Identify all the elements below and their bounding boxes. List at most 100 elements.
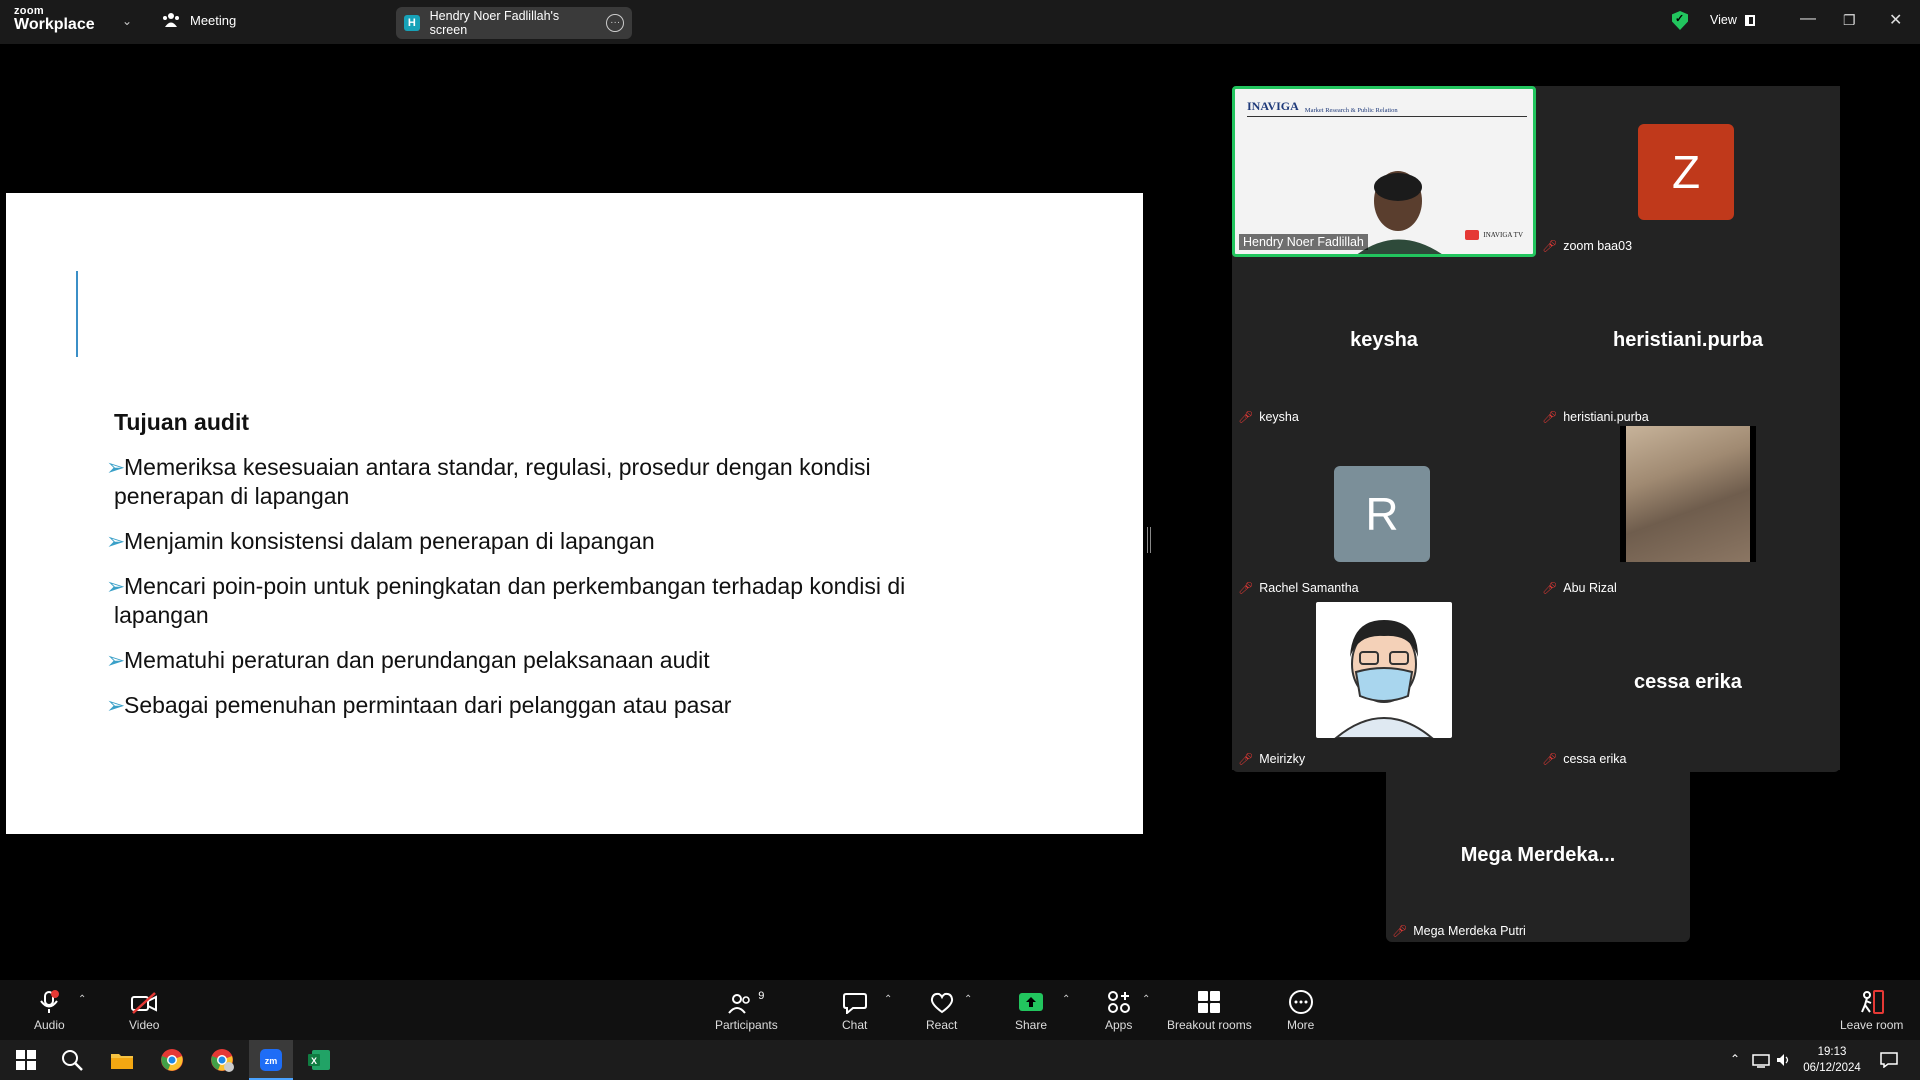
participant-gallery: INAVIGA Market Research & Public Relatio… [1232,86,1840,772]
participant-display-name: keysha [1350,329,1418,351]
minimize-icon[interactable]: — [1800,10,1816,28]
clock[interactable]: 19:13 06/12/2024 [1800,1044,1864,1076]
participants-button[interactable]: 9 Participants [715,988,778,1032]
logo-workplace-text: Workplace [14,16,95,33]
chevron-down-icon[interactable]: ⌄ [122,14,132,28]
participant-name-tag: Hendry Noer Fadlillah [1239,234,1368,250]
bullet-text: Mencari poin-poin untuk peningkatan dan … [114,573,906,628]
participants-icon: 9 [728,988,764,1014]
participant-tile[interactable]: cessa erika 🎤︎ cessa erika [1536,599,1840,770]
tray-overflow-chevron-icon[interactable]: ⌃ [1730,1052,1740,1066]
avatar-letter: R [1365,488,1399,540]
windows-taskbar: zm X ⌃ 19:13 06/12/2024 [0,1040,1920,1080]
encryption-shield-icon[interactable] [1672,11,1688,30]
chrome-icon[interactable] [160,1048,184,1072]
bullet-text: Sebagai pemenuhan permintaan dari pelang… [124,692,732,718]
participant-name-tag: 🎤︎ keysha [1238,410,1299,424]
zoom-app-icon[interactable]: zm [259,1048,283,1072]
breakout-rooms-icon [1197,988,1221,1014]
panel-resize-handle[interactable] [1147,527,1151,553]
slide-bullet: ➢Memeriksa kesesuaian antara standar, re… [106,453,966,511]
participant-tile[interactable]: heristiani.purba 🎤︎ heristiani.purba [1536,257,1840,428]
clock-time: 19:13 [1817,1046,1847,1058]
mic-muted-icon: 🎤︎ [1392,924,1408,938]
windows-start-icon[interactable] [14,1048,38,1072]
bullet-text: Memeriksa kesesuaian antara standar, reg… [114,454,871,509]
video-button[interactable]: Video [129,988,159,1032]
leave-room-button[interactable]: Leave room [1840,988,1903,1032]
zoom-workplace-logo[interactable]: zoom Workplace [14,6,95,33]
volume-icon[interactable] [1776,1053,1792,1067]
participant-video-tile[interactable]: INAVIGA Market Research & Public Relatio… [1232,86,1536,257]
banner-text: Market Research & Public Relation [1304,107,1398,114]
audio-label: Audio [34,1018,65,1032]
participant-tile[interactable]: Z 🎤︎ zoom baa03 [1536,86,1840,257]
breakout-rooms-label: Breakout rooms [1167,1018,1252,1032]
apps-icon [1107,988,1131,1014]
mic-muted-icon: 🎤︎ [1542,752,1558,766]
avatar-letter: Z [1671,146,1701,198]
clock-date: 06/12/2024 [1803,1062,1861,1074]
search-icon[interactable] [60,1048,84,1072]
title-bar: zoom Workplace ⌄ Meeting H Hendry Noer F… [0,0,1920,44]
excel-icon[interactable]: X [307,1048,331,1072]
participant-display-name: Mega Merdeka... [1460,844,1616,866]
video-off-icon [131,988,158,1014]
restore-icon[interactable]: ❐ [1843,12,1856,29]
participant-name-tag: 🎤︎ Mega Merdeka Putri [1392,924,1526,938]
youtube-icon [1465,230,1480,240]
share-label: Share [1015,1018,1048,1032]
apps-options-caret-icon[interactable]: ⌃ [1142,994,1150,1005]
mic-muted-icon: 🎤︎ [1238,752,1254,766]
avatar: Z [1638,124,1734,220]
view-button[interactable]: View [1710,13,1755,27]
mic-muted-icon: 🎤︎ [1542,239,1558,253]
participant-tile[interactable]: 🎤︎ Meirizky [1232,599,1536,770]
leave-room-label: Leave room [1840,1018,1904,1032]
participant-name: Rachel Samantha [1259,581,1359,595]
breakout-rooms-button[interactable]: Breakout rooms [1167,988,1252,1032]
mic-muted-icon: 🎤︎ [1238,410,1254,424]
react-options-caret-icon[interactable]: ⌃ [964,994,972,1005]
bullet-arrow-icon: ➢ [106,647,126,673]
participant-name: Mega Merdeka Putri [1413,924,1526,938]
slide-bullet: ➢Sebagai pemenuhan permintaan dari pelan… [106,691,966,720]
svg-text:X: X [311,1056,317,1066]
chat-button[interactable]: Chat [842,988,867,1032]
audio-button[interactable]: Audio [34,988,65,1032]
more-button[interactable]: More [1287,988,1314,1032]
participant-tile[interactable]: keysha 🎤︎ keysha [1232,257,1536,428]
chat-icon [842,988,867,1014]
react-button[interactable]: React [926,988,957,1032]
participant-name: cessa erika [1563,752,1627,766]
apps-button[interactable]: Apps [1105,988,1132,1032]
audio-options-caret-icon[interactable]: ⌃ [78,994,86,1005]
bullet-arrow-icon: ➢ [106,573,126,599]
file-explorer-icon[interactable] [110,1048,134,1072]
participant-tile[interactable]: 🎤︎ Abu Rizal [1536,426,1840,599]
apps-label: Apps [1105,1018,1133,1032]
meeting-toolbar: Audio ⌃ Video 9 Participants Chat ⌃ Reac… [0,980,1920,1040]
more-options-icon[interactable]: ··· [606,14,624,32]
participant-tile[interactable]: R 🎤︎ Rachel Samantha [1232,428,1536,599]
mic-muted-icon: 🎤︎ [1542,581,1558,595]
bullet-text: Mematuhi peraturan dan perundangan pelak… [124,647,710,673]
chrome-profile-icon[interactable] [210,1048,234,1072]
video-banner: INAVIGA Market Research & Public Relatio… [1247,99,1527,117]
notifications-icon[interactable] [1880,1052,1898,1068]
profile-cartoon [1316,602,1452,738]
more-label: More [1287,1018,1315,1032]
network-icon[interactable] [1752,1054,1770,1068]
share-button[interactable]: Share [1015,988,1047,1032]
react-label: React [926,1018,958,1032]
share-options-caret-icon[interactable]: ⌃ [1062,994,1070,1005]
chat-options-caret-icon[interactable]: ⌃ [884,994,892,1005]
close-icon[interactable]: ✕ [1889,10,1902,30]
bullet-text: Menjamin konsistensi dalam penerapan di … [124,528,655,554]
participant-name: Hendry Noer Fadlillah [1243,235,1364,249]
participant-tile[interactable]: Mega Merdeka... 🎤︎ Mega Merdeka Putri [1386,772,1690,942]
slide-bullet: ➢Mematuhi peraturan dan perundangan pela… [106,646,966,675]
screen-share-pill[interactable]: H Hendry Noer Fadlillah's screen ··· [396,7,632,39]
meeting-menu[interactable]: Meeting [162,12,236,28]
meeting-icon [163,13,179,27]
